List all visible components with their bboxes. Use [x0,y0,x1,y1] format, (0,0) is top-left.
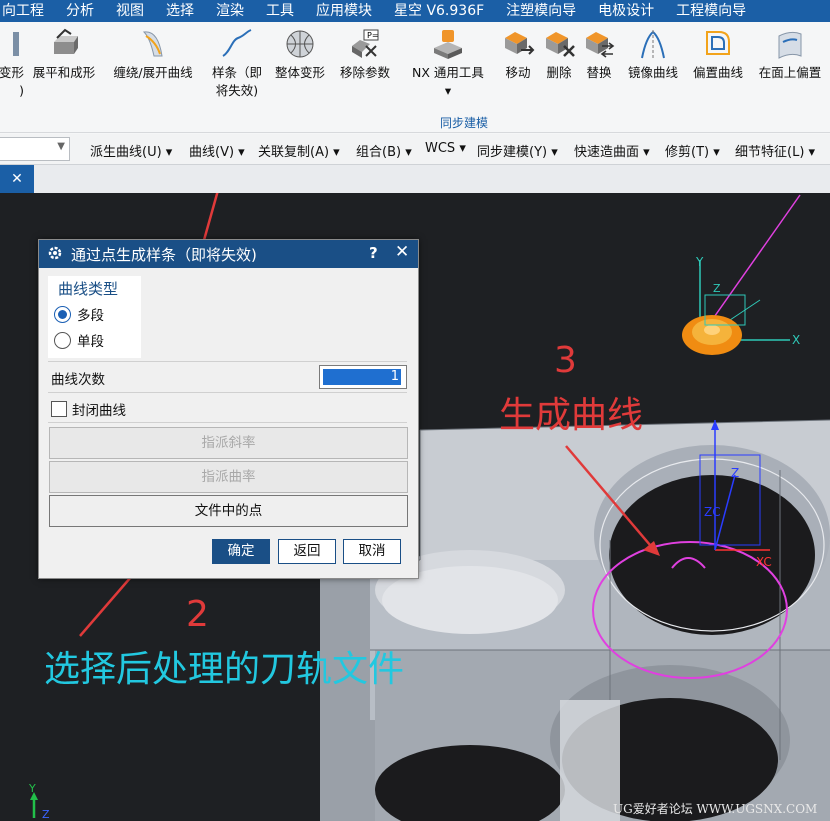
divider [48,361,407,362]
mirror-curve-icon [641,30,665,59]
ribbon-replace-button[interactable]: 替换 [580,28,618,82]
assign-slope-button[interactable]: 指派斜率 [49,427,408,459]
toolbar-associative-copy[interactable]: 关联复制(A) ▾ [258,141,340,160]
toolbar-detail-feature[interactable]: 细节特征(L) ▾ [735,141,815,160]
curve-type-label: 曲线类型 [58,280,119,298]
cancel-button[interactable]: 取消 [343,539,401,564]
menu-view[interactable]: 视图 [105,0,155,22]
chevron-down-icon: ▼ [57,141,65,152]
assign-curvature-button[interactable]: 指派曲率 [49,461,408,493]
spline-icon [222,29,252,57]
nx-tools-icon [434,30,462,59]
gear-icon[interactable] [47,245,63,261]
ribbon-group-sync-modeling: 同步建模 [440,116,489,130]
ribbon-nx-general-tools-button[interactable]: NX 通用工具 ▾ [405,28,491,100]
annotation-select-toolpath-file: 选择后处理的刀轨文件 [44,649,405,690]
ok-button[interactable]: 确定 [212,539,270,564]
menu-render[interactable]: 渲染 [205,0,255,22]
document-tab[interactable]: ✕ [0,165,34,193]
toolbar-quick-surface[interactable]: 快速造曲面 ▾ [574,141,650,160]
ribbon-remove-parameters-button[interactable]: P= 移除参数 [334,28,396,82]
menu-select[interactable]: 选择 [155,0,205,22]
toolbar-sync-modeling[interactable]: 同步建模(Y) ▾ [477,141,558,160]
menu-bar: 向工程 分析 视图 选择 渲染 工具 应用模块 星空 V6.936F 注塑模向导… [0,0,830,22]
ribbon: 变形 ) 展平和成形 缠绕/展开曲线 样条（即 将失效) 整体变形 P= 移除参… [0,22,830,134]
ribbon-offset-on-face-button[interactable]: 在面上偏置 [750,28,830,82]
offset-on-face-icon [778,31,802,59]
menu-analysis[interactable]: 分析 [55,0,105,22]
ribbon-offset-curve-button[interactable]: 偏置曲线 [687,28,749,82]
remove-parameters-icon: P= [352,29,379,58]
menu-electrode-design[interactable]: 电极设计 [587,0,665,22]
filter-combo[interactable]: ▼ [0,137,70,161]
toolbar-curve[interactable]: 曲线(V) ▾ [189,141,245,160]
flatten-form-icon [54,28,78,54]
toolbar-trim[interactable]: 修剪(T) ▾ [665,141,720,160]
menu-tools[interactable]: 工具 [255,0,305,22]
axis-label-z: Z [731,466,739,480]
document-tab-bar: ✕ [0,165,830,193]
help-icon[interactable]: ? [369,244,378,262]
tab-close-icon[interactable]: ✕ [11,171,23,187]
wrap-curve-icon [142,31,163,57]
ribbon-wrap-unwrap-curve-button[interactable]: 缠绕/展开曲线 [105,28,201,82]
menu-mold-wizard[interactable]: 注塑模向导 [495,0,587,22]
ribbon-spline-button[interactable]: 样条（即 将失效) [205,28,269,100]
dialog-title-bar[interactable]: 通过点生成样条（即将失效) ? ✕ [39,240,418,268]
ribbon-deform-button[interactable]: 变形 ) [0,28,24,100]
divider [48,422,407,423]
axis-label-z2: Z [713,282,721,295]
divider [48,392,407,393]
toolbar-combine[interactable]: 组合(B) ▾ [356,141,412,160]
ribbon-divider [0,132,830,133]
curve-type-group: 曲线类型 多段 单段 [48,276,141,358]
watermark: UG爱好者论坛 WWW.UGSNX.COM [613,802,818,816]
ribbon-flatten-form-button[interactable]: 展平和成形 [26,28,102,82]
global-deform-icon [286,30,314,58]
axis-label-y: Y [695,255,704,269]
ribbon-global-deform-button[interactable]: 整体变形 [270,28,330,82]
menu-xingkong[interactable]: 星空 V6.936F [383,0,495,22]
command-toolbar: ▼ 派生曲线(U) ▾ 曲线(V) ▾ 关联复制(A) ▾ 组合(B) ▾ WC… [0,134,830,165]
radio-multi-segment-label[interactable]: 多段 [77,304,104,324]
svg-text:P=: P= [367,31,379,40]
ribbon-mirror-curve-button[interactable]: 镜像曲线 [622,28,684,82]
spline-through-points-dialog: 通过点生成样条（即将失效) ? ✕ 曲线类型 多段 单段 曲线次数 1 封闭曲线… [38,239,419,579]
annotation-step-2: 2 [186,594,209,635]
annotation-generate-curve: 生成曲线 [499,395,644,436]
dialog-title: 通过点生成样条（即将失效) [71,246,257,264]
radio-single-segment[interactable] [54,332,71,349]
curve-degree-input[interactable]: 1 [319,365,407,389]
toolbar-wcs[interactable]: WCS ▾ [425,141,466,156]
toolbar-derived-curve[interactable]: 派生曲线(U) ▾ [90,141,172,160]
closed-curve-label[interactable]: 封闭曲线 [72,399,126,419]
ribbon-delete-button[interactable]: 删除 [540,28,578,82]
back-button[interactable]: 返回 [278,539,336,564]
triad-label-y: Y [28,782,36,795]
menu-application[interactable]: 应用模块 [305,0,383,22]
triad-label-z: Z [42,808,50,821]
menu-die-wizard[interactable]: 工程模向导 [665,0,757,22]
replace-face-icon [586,32,615,58]
radio-multi-segment[interactable] [54,306,71,323]
delete-face-icon [546,32,575,57]
ribbon-move-button[interactable]: 移动 [499,28,537,82]
closed-curve-checkbox[interactable] [51,401,67,417]
points-from-file-button[interactable]: 文件中的点 [49,495,408,527]
curve-degree-label: 曲线次数 [51,372,105,388]
annotation-step-3: 3 [554,340,577,381]
offset-curve-icon [706,31,730,55]
curve-degree-value: 1 [323,369,401,385]
axis-label-xc: XC [756,555,772,569]
axis-label-zc: ZC [704,505,721,519]
deform-icon [13,32,19,56]
axis-label-x: X [792,333,800,347]
close-icon[interactable]: ✕ [395,242,409,262]
move-face-icon [505,32,535,55]
menu-reverse-engineering[interactable]: 向工程 [0,0,55,22]
radio-single-segment-label[interactable]: 单段 [77,330,104,350]
